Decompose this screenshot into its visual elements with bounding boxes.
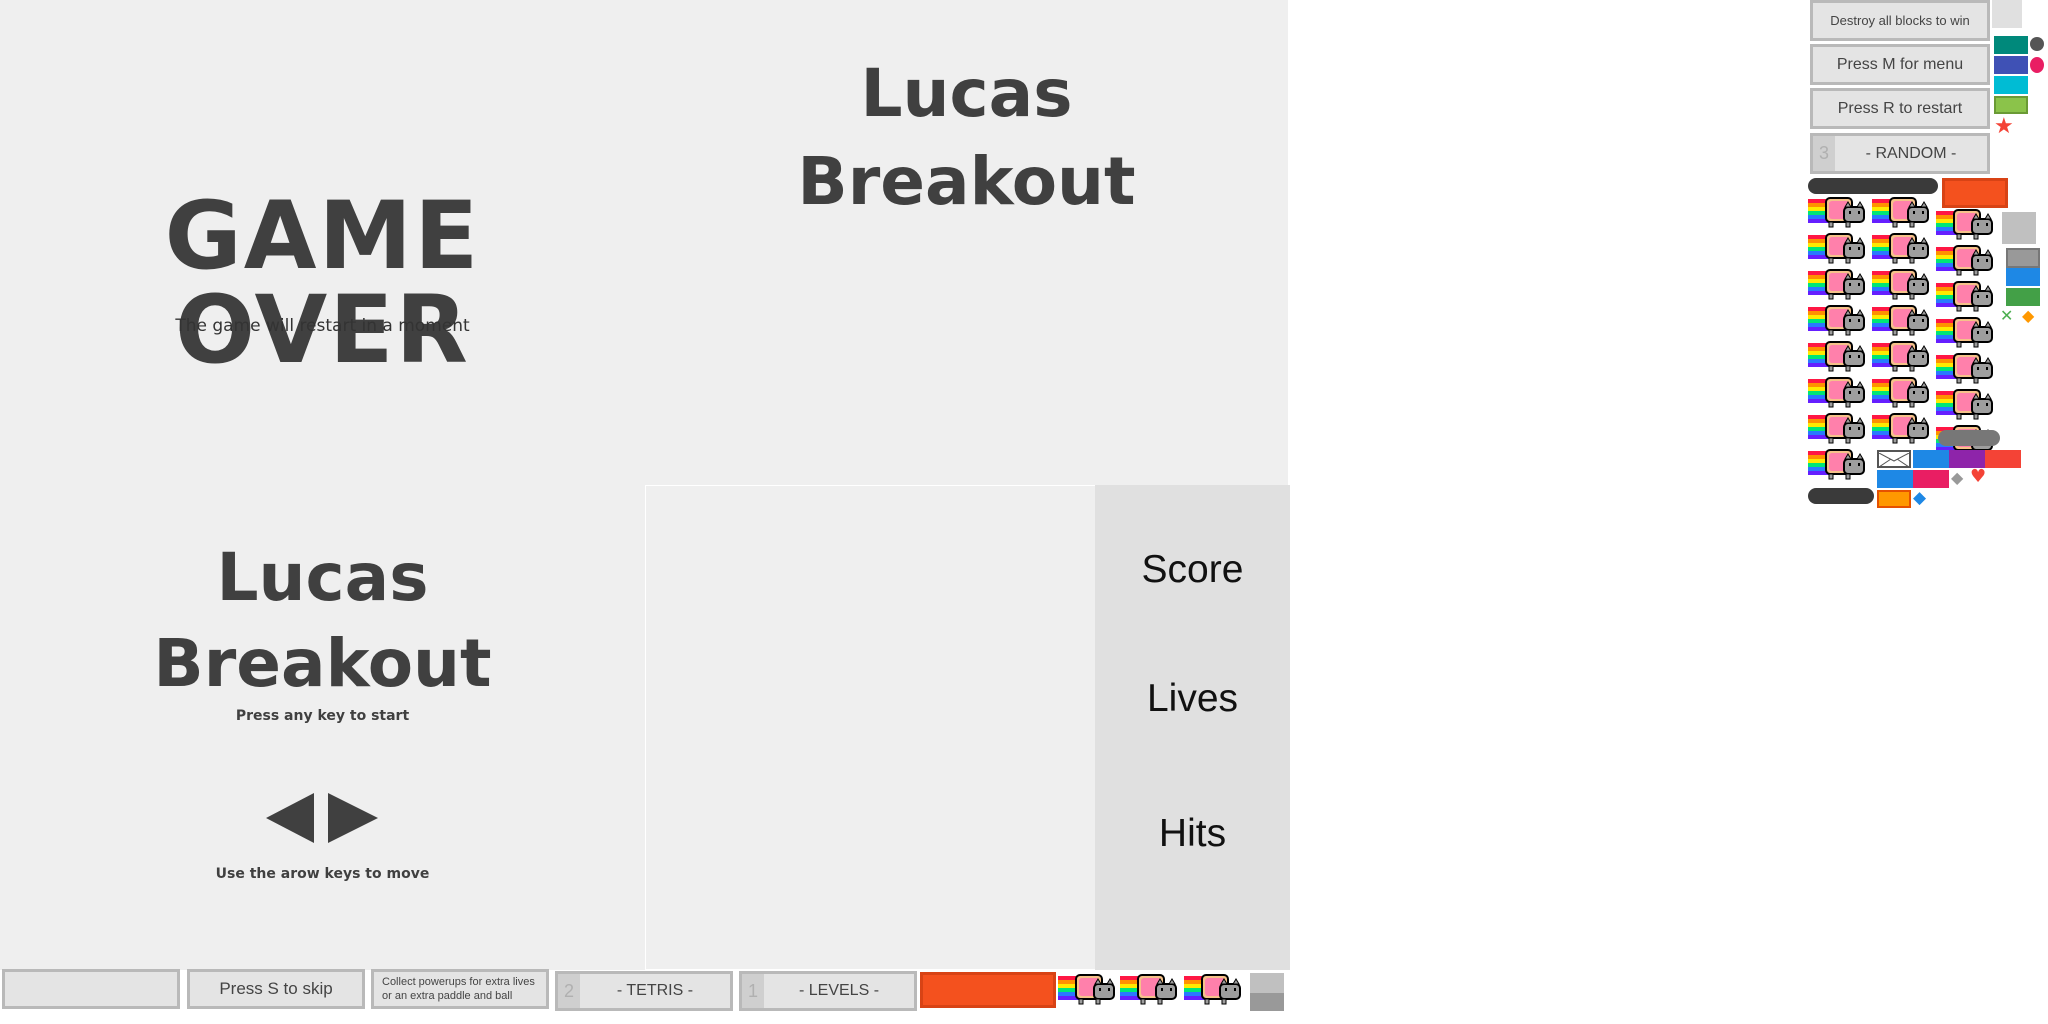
pink-brick: [1913, 470, 1949, 488]
arrow-keys-icon: [266, 793, 378, 843]
nyan-cat-sprite: [1808, 267, 1870, 301]
heart-icon: ♥: [1970, 466, 1987, 487]
red-brick: [1985, 450, 2021, 468]
orange-diamond-icon: ◆: [2022, 306, 2035, 325]
nyan-cat-sprite: [1808, 195, 1870, 229]
game-over-title: GAME OVER: [164, 182, 481, 385]
dark-gray-brick-bottom: [1250, 993, 1284, 1011]
random-mode-button[interactable]: 3 - RANDOM -: [1810, 133, 1990, 174]
nyan-cat-sprite: [1936, 279, 1998, 313]
nyan-cat-sprite: [1872, 303, 1934, 337]
skip-button[interactable]: Press S to skip: [187, 969, 365, 1009]
indigo-brick: [1994, 56, 2028, 74]
levels-mode-button[interactable]: 1 - LEVELS -: [739, 971, 917, 1011]
nyan-cat-sprite: [1936, 207, 1998, 241]
dark-gray-brick: [2006, 248, 2040, 268]
blue-brick-3: [1877, 470, 1913, 488]
dark-paddle-small: [1808, 488, 1874, 504]
move-instructions: Use the arow keys to move: [215, 866, 430, 882]
gray-ball-icon: [2030, 37, 2044, 51]
start-title-line1: Lucas: [216, 539, 429, 616]
score-label: Score: [1141, 548, 1244, 591]
nyan-cat-sprite: [1936, 315, 1998, 349]
orange-brick-bottom: [920, 972, 1056, 1008]
tetris-mode-label: - TETRIS -: [616, 982, 694, 999]
nyan-cat-sprite: [1872, 267, 1934, 301]
orange-brick-small: [1877, 490, 1911, 508]
pink-ball-icon: [2030, 57, 2044, 73]
blue-diamond-icon: ◆: [1913, 488, 1927, 508]
expand-icon: ✕: [2000, 306, 2014, 325]
nyan-cat-sprite: [1808, 375, 1870, 409]
gray-diamond-icon: ◆: [1951, 468, 1964, 487]
dark-paddle: [1808, 178, 1938, 194]
start-title: Lucas Breakout: [0, 535, 645, 707]
tetris-mode-button[interactable]: 2 - TETRIS -: [555, 971, 733, 1011]
gray-paddle: [1938, 430, 2000, 446]
nyan-cat-sprite: [1808, 447, 1870, 481]
nyan-cat-sprite: [1184, 972, 1246, 1006]
game-over-subtitle: The game will restart in a moment: [175, 316, 470, 336]
press-any-key-text: Press any key to start: [235, 708, 410, 724]
nyan-cat-sprite: [1058, 972, 1120, 1006]
hits-label: Hits: [1158, 812, 1227, 855]
cyan-brick: [1994, 76, 2028, 94]
nyan-cat-sprite: [1808, 231, 1870, 265]
green-powerup-brick: [1994, 96, 2028, 114]
game-title: Lucas Breakout: [645, 50, 1288, 226]
restart-button[interactable]: Press R to restart: [1810, 88, 1990, 129]
nyan-cat-sprite: [1872, 231, 1934, 265]
start-title-line2: Breakout: [153, 625, 492, 702]
nyan-cat-sprite: [1936, 243, 1998, 277]
blank-button[interactable]: [2, 969, 180, 1009]
tetris-mode-number: 2: [558, 974, 580, 1008]
random-mode-label: - RANDOM -: [1865, 144, 1957, 162]
levels-mode-number: 1: [742, 974, 764, 1008]
blank-sprite: [1992, 0, 2022, 28]
levels-mode-label: - LEVELS -: [798, 982, 880, 999]
destroy-blocks-button[interactable]: Destroy all blocks to win: [1810, 0, 1990, 41]
game-title-line2: Breakout: [797, 143, 1136, 220]
nyan-cat-sprite: [1936, 387, 1998, 421]
lives-label: Lives: [1146, 677, 1239, 720]
nyan-cat-sprite: [1872, 411, 1934, 445]
teal-brick: [1994, 36, 2028, 54]
nyan-cat-sprite: [1936, 351, 1998, 385]
green-brick: [2006, 288, 2040, 306]
nyan-cat-sprite: [1872, 375, 1934, 409]
nyan-cat-sprite: [1872, 339, 1934, 373]
powerups-hint[interactable]: Collect powerups for extra lives or an e…: [371, 969, 549, 1009]
orange-brick: [1942, 178, 2008, 208]
menu-button[interactable]: Press M for menu: [1810, 44, 1990, 85]
game-title-line1: Lucas: [860, 55, 1073, 132]
random-mode-number: 3: [1813, 136, 1835, 171]
nyan-cat-sprite: [1120, 972, 1182, 1006]
game-over-panel: GAME OVER The game will restart in a mom…: [0, 0, 645, 485]
star-icon: ★: [1994, 114, 2014, 139]
mail-brick: [1877, 450, 1911, 468]
right-arrow-icon: [328, 793, 378, 843]
left-arrow-icon: [266, 793, 314, 843]
nyan-cat-sprite: [1808, 411, 1870, 445]
blue-brick: [2006, 268, 2040, 286]
blue-brick-2: [1913, 450, 1949, 468]
nyan-cat-sprite: [1808, 303, 1870, 337]
nyan-cat-sprite: [1872, 195, 1934, 229]
gray-brick: [2002, 212, 2036, 244]
gray-brick-bottom: [1250, 973, 1284, 993]
title-panel: Lucas Breakout: [645, 0, 1288, 485]
nyan-cat-sprite: [1808, 339, 1870, 373]
